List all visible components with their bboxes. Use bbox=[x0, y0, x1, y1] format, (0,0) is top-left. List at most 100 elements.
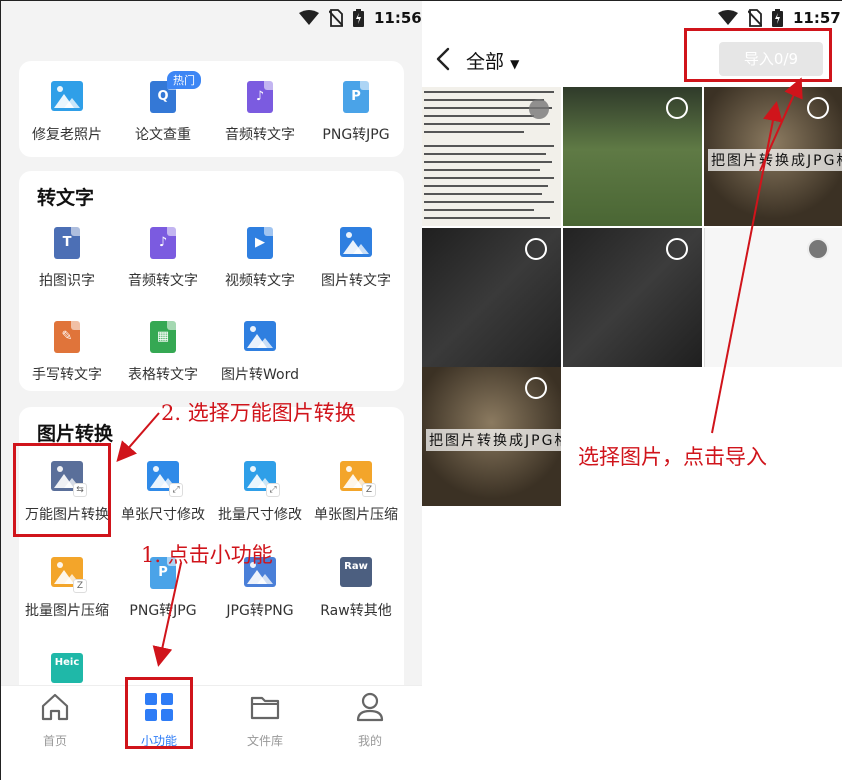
tool-batch-compress[interactable]: Z 批量图片压缩 bbox=[19, 557, 115, 620]
handwriting-to-text-icon: ✎ bbox=[51, 321, 83, 353]
tool-label: 视频转文字 bbox=[225, 273, 295, 289]
tool-image-to-text[interactable]: 图片转文字 bbox=[308, 227, 404, 290]
photo-thumb-typewriter-1[interactable]: 把图片转换成JPG格 bbox=[704, 87, 842, 226]
wifi-icon bbox=[718, 10, 738, 25]
bottom-navigation: 首页 小功能 文件库 我的 bbox=[1, 685, 422, 780]
heic-convert-icon: Heic bbox=[51, 653, 83, 685]
no-sim-icon bbox=[329, 9, 343, 27]
photo-thumb-typewriter-2[interactable]: 把图片转换成JPG格 bbox=[422, 367, 561, 506]
select-circle[interactable] bbox=[807, 238, 829, 260]
photo-thumb-screenshot-dark-1[interactable] bbox=[422, 228, 561, 367]
nav-profile-label: 我的 bbox=[357, 734, 382, 748]
hot-badge: 热门 bbox=[167, 71, 201, 89]
top-tools-card: 修复老照片 Q 热门论文查重 ♪ 音频转文字 P PNG转JPG bbox=[19, 61, 404, 157]
single-compress-icon: Z bbox=[340, 461, 376, 497]
section-title-image: 图片转换 bbox=[37, 423, 114, 445]
tool-photo-ocr[interactable]: T 拍图识字 bbox=[19, 227, 115, 290]
battery-icon bbox=[353, 9, 364, 27]
annotation-step-3: 选择图片，点击导入 bbox=[578, 445, 767, 469]
caret-down-icon: ▼ bbox=[510, 57, 520, 71]
tool-single-compress[interactable]: Z 单张图片压缩 bbox=[308, 461, 404, 524]
tool-png-to-jpg[interactable]: P PNG转JPG bbox=[308, 81, 404, 144]
tool-audio-to-text[interactable]: ♪ 音频转文字 bbox=[212, 81, 308, 144]
wifi-icon bbox=[299, 10, 319, 25]
image-to-word-icon bbox=[244, 321, 276, 353]
tool-label: 单张尺寸修改 bbox=[121, 507, 205, 523]
batch-resize-icon: ⤢ bbox=[244, 461, 280, 497]
tool-label: PNG转JPG bbox=[322, 127, 390, 143]
tool-raw-convert[interactable]: Raw Raw转其他 bbox=[308, 557, 404, 620]
nav-profile[interactable]: 我的 bbox=[330, 692, 410, 749]
select-circle[interactable] bbox=[807, 97, 829, 119]
tool-table-to-text[interactable]: ▦ 表格转文字 bbox=[115, 321, 211, 384]
tool-label: 批量图片压缩 bbox=[25, 603, 109, 619]
status-bar: 11:56 bbox=[299, 1, 422, 35]
tool-handwriting-to-text[interactable]: ✎ 手写转文字 bbox=[19, 321, 115, 384]
nav-files[interactable]: 文件库 bbox=[225, 692, 305, 749]
battery-icon bbox=[772, 9, 783, 27]
tool-photo-repair[interactable]: 修复老照片 bbox=[19, 81, 115, 144]
tool-image-to-word[interactable]: 图片转Word bbox=[212, 321, 308, 384]
home-icon bbox=[41, 693, 69, 721]
audio-to-text-icon: ♪ bbox=[147, 227, 179, 259]
tool-paper-check[interactable]: Q 热门论文查重 bbox=[115, 71, 211, 144]
tool-label: 图片转文字 bbox=[321, 273, 391, 289]
highlight-tools-tab bbox=[125, 677, 193, 749]
album-selector[interactable]: 全部 ▼ bbox=[466, 47, 519, 74]
tool-single-resize[interactable]: ⤢ 单张尺寸修改 bbox=[115, 461, 211, 524]
left-phone-screen: 11:56 修复老照片 Q 热门论文查重 ♪ 音频转文字 P PNG转JPG 转文字 T 拍图… bbox=[1, 1, 422, 780]
text-conversion-card: 转文字 T 拍图识字 ♪ 音频转文字 ▶ 视频转文字 图片转文字 ✎ 手写转文字 ▦ 表格转文字 图片… bbox=[19, 171, 404, 391]
person-icon bbox=[356, 692, 384, 722]
nav-home[interactable]: 首页 bbox=[15, 692, 95, 749]
nav-home-label: 首页 bbox=[42, 734, 67, 748]
photo-ocr-icon: T bbox=[51, 227, 83, 259]
select-circle[interactable] bbox=[525, 238, 547, 260]
photo-thumb-document[interactable] bbox=[422, 87, 561, 226]
tool-label: 图片转Word bbox=[221, 367, 299, 383]
audio-to-text-icon: ♪ bbox=[244, 81, 276, 113]
photo-thumb-screenshot-dark-2[interactable] bbox=[563, 228, 702, 367]
status-time: 11:56 bbox=[374, 9, 422, 27]
tool-audio-to-text[interactable]: ♪ 音频转文字 bbox=[115, 227, 211, 290]
tool-label: 修复老照片 bbox=[32, 127, 102, 143]
document-photo bbox=[424, 91, 554, 219]
section-title-text: 转文字 bbox=[37, 187, 95, 209]
folder-icon bbox=[250, 696, 280, 720]
photo-thumb-landscape[interactable] bbox=[563, 87, 702, 226]
image-to-text-icon bbox=[340, 227, 372, 259]
highlight-universal-convert bbox=[13, 443, 111, 537]
photo-caption: 把图片转换成JPG格 bbox=[426, 429, 561, 451]
right-phone-screen: 11:57 全部 ▼ 导入0/9 把图片转换成JPG格 把图片转换成JPG格 选… bbox=[422, 1, 842, 780]
png-to-jpg-icon: P bbox=[340, 81, 372, 113]
batch-compress-icon: Z bbox=[51, 557, 87, 593]
tool-label: 批量尺寸修改 bbox=[218, 507, 302, 523]
select-circle[interactable] bbox=[525, 377, 547, 399]
paper-check-icon: Q 热门 bbox=[147, 71, 201, 113]
annotation-step-1: 1. 点击小功能 bbox=[141, 543, 273, 567]
select-circle[interactable] bbox=[666, 238, 688, 260]
tool-batch-resize[interactable]: ⤢ 批量尺寸修改 bbox=[212, 461, 308, 524]
tool-label: 拍图识字 bbox=[39, 273, 95, 289]
tool-label: JPG转PNG bbox=[226, 603, 294, 619]
tool-label: 论文查重 bbox=[135, 127, 191, 143]
tool-label: PNG转JPG bbox=[129, 603, 197, 619]
single-resize-icon: ⤢ bbox=[147, 461, 183, 497]
tool-label: 手写转文字 bbox=[32, 367, 102, 383]
video-to-text-icon: ▶ bbox=[244, 227, 276, 259]
back-arrow-icon[interactable] bbox=[434, 47, 454, 71]
tool-label: 音频转文字 bbox=[128, 273, 198, 289]
select-circle[interactable] bbox=[666, 97, 688, 119]
nav-files-label: 文件库 bbox=[246, 734, 283, 748]
screenshot-composite: 11:56 修复老照片 Q 热门论文查重 ♪ 音频转文字 P PNG转JPG 转文字 T 拍图… bbox=[0, 0, 842, 780]
annotation-step-2: 2. 选择万能图片转换 bbox=[161, 401, 356, 425]
table-to-text-icon: ▦ bbox=[147, 321, 179, 353]
tool-label: 音频转文字 bbox=[225, 127, 295, 143]
album-name: 全部 bbox=[466, 51, 505, 73]
raw-convert-icon: Raw bbox=[340, 557, 372, 589]
photo-thumb-screenshot-light[interactable] bbox=[704, 228, 842, 367]
tool-label: 单张图片压缩 bbox=[314, 507, 398, 523]
tool-video-to-text[interactable]: ▶ 视频转文字 bbox=[212, 227, 308, 290]
highlight-import-button bbox=[684, 28, 832, 82]
tool-label: Raw转其他 bbox=[320, 603, 392, 619]
photo-caption: 把图片转换成JPG格 bbox=[708, 149, 842, 171]
